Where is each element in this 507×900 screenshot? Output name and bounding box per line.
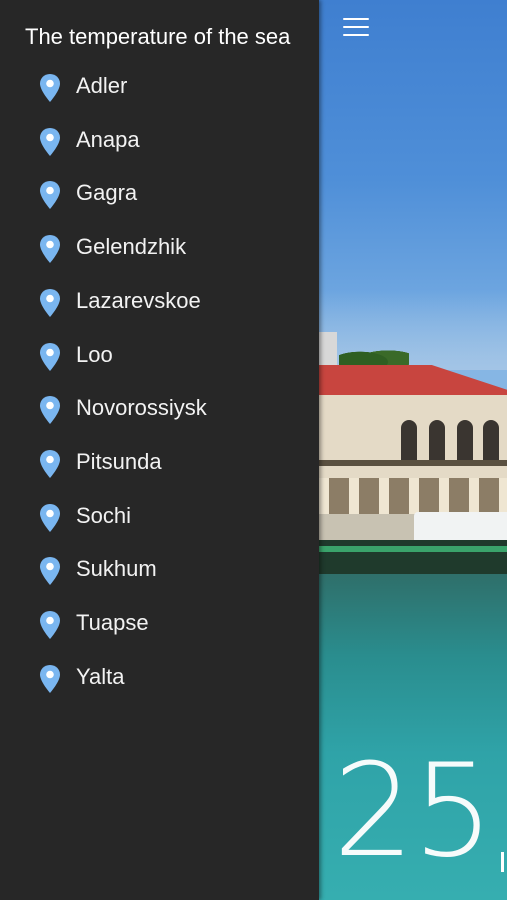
sea-temperature-value: 25 — [333, 737, 494, 886]
location-pin-icon — [40, 664, 60, 693]
location-pin-icon — [40, 288, 60, 317]
location-pin-icon — [40, 181, 60, 210]
location-pin-icon — [40, 557, 60, 586]
city-item-label: Yalta — [76, 663, 125, 689]
background-photo: 25 — [319, 0, 507, 900]
city-item-lazarevskoe[interactable]: Lazarevskoe — [0, 275, 319, 325]
city-drawer: The temperature of the sea Adler Anapa Gag… — [0, 0, 319, 900]
city-item-label: Anapa — [76, 126, 140, 152]
location-pin-icon — [40, 503, 60, 532]
city-item-loo[interactable]: Loo — [0, 329, 319, 379]
balcony-rail — [319, 460, 507, 466]
city-item-gagra[interactable]: Gagra — [0, 167, 319, 217]
city-item-label: Pitsunda — [76, 448, 162, 474]
drawer-title: The temperature of the sea — [25, 24, 291, 49]
location-pin-icon — [40, 235, 60, 264]
city-item-tuapse[interactable]: Tuapse — [0, 597, 319, 647]
hamburger-menu-icon[interactable] — [343, 18, 369, 38]
city-item-gelendzhik[interactable]: Gelendzhik — [0, 221, 319, 271]
city-item-anapa[interactable]: Anapa — [0, 114, 319, 164]
city-item-label: Lazarevskoe — [76, 287, 201, 313]
location-pin-icon — [40, 611, 60, 639]
city-item-label: Novorossiysk — [76, 395, 207, 421]
city-item-label: Tuapse — [76, 610, 149, 635]
city-item-label: Loo — [76, 341, 113, 367]
city-item-label: Adler — [76, 73, 128, 98]
distant-tower — [319, 332, 337, 370]
location-pin-icon — [40, 74, 60, 102]
location-pin-icon — [40, 396, 60, 425]
city-item-label: Sochi — [76, 502, 132, 528]
city-item-sukhum[interactable]: Sukhum — [0, 543, 319, 593]
city-item-sochi[interactable]: Sochi — [0, 490, 319, 540]
city-item-adler[interactable]: Adler — [0, 60, 319, 110]
location-pin-icon — [40, 449, 60, 478]
city-item-label: Sukhum — [76, 556, 157, 582]
city-item-yalta[interactable]: Yalta — [0, 651, 319, 701]
location-pin-icon — [40, 127, 60, 156]
boat-stripe — [319, 546, 507, 552]
city-item-pitsunda[interactable]: Pitsunda — [0, 436, 319, 486]
degree-mark — [501, 852, 504, 872]
city-item-novorossiysk[interactable]: Novorossiysk — [0, 382, 319, 432]
city-item-label: Gelendzhik — [76, 234, 187, 260]
city-item-label: Gagra — [76, 180, 138, 206]
location-pin-icon — [40, 342, 60, 371]
